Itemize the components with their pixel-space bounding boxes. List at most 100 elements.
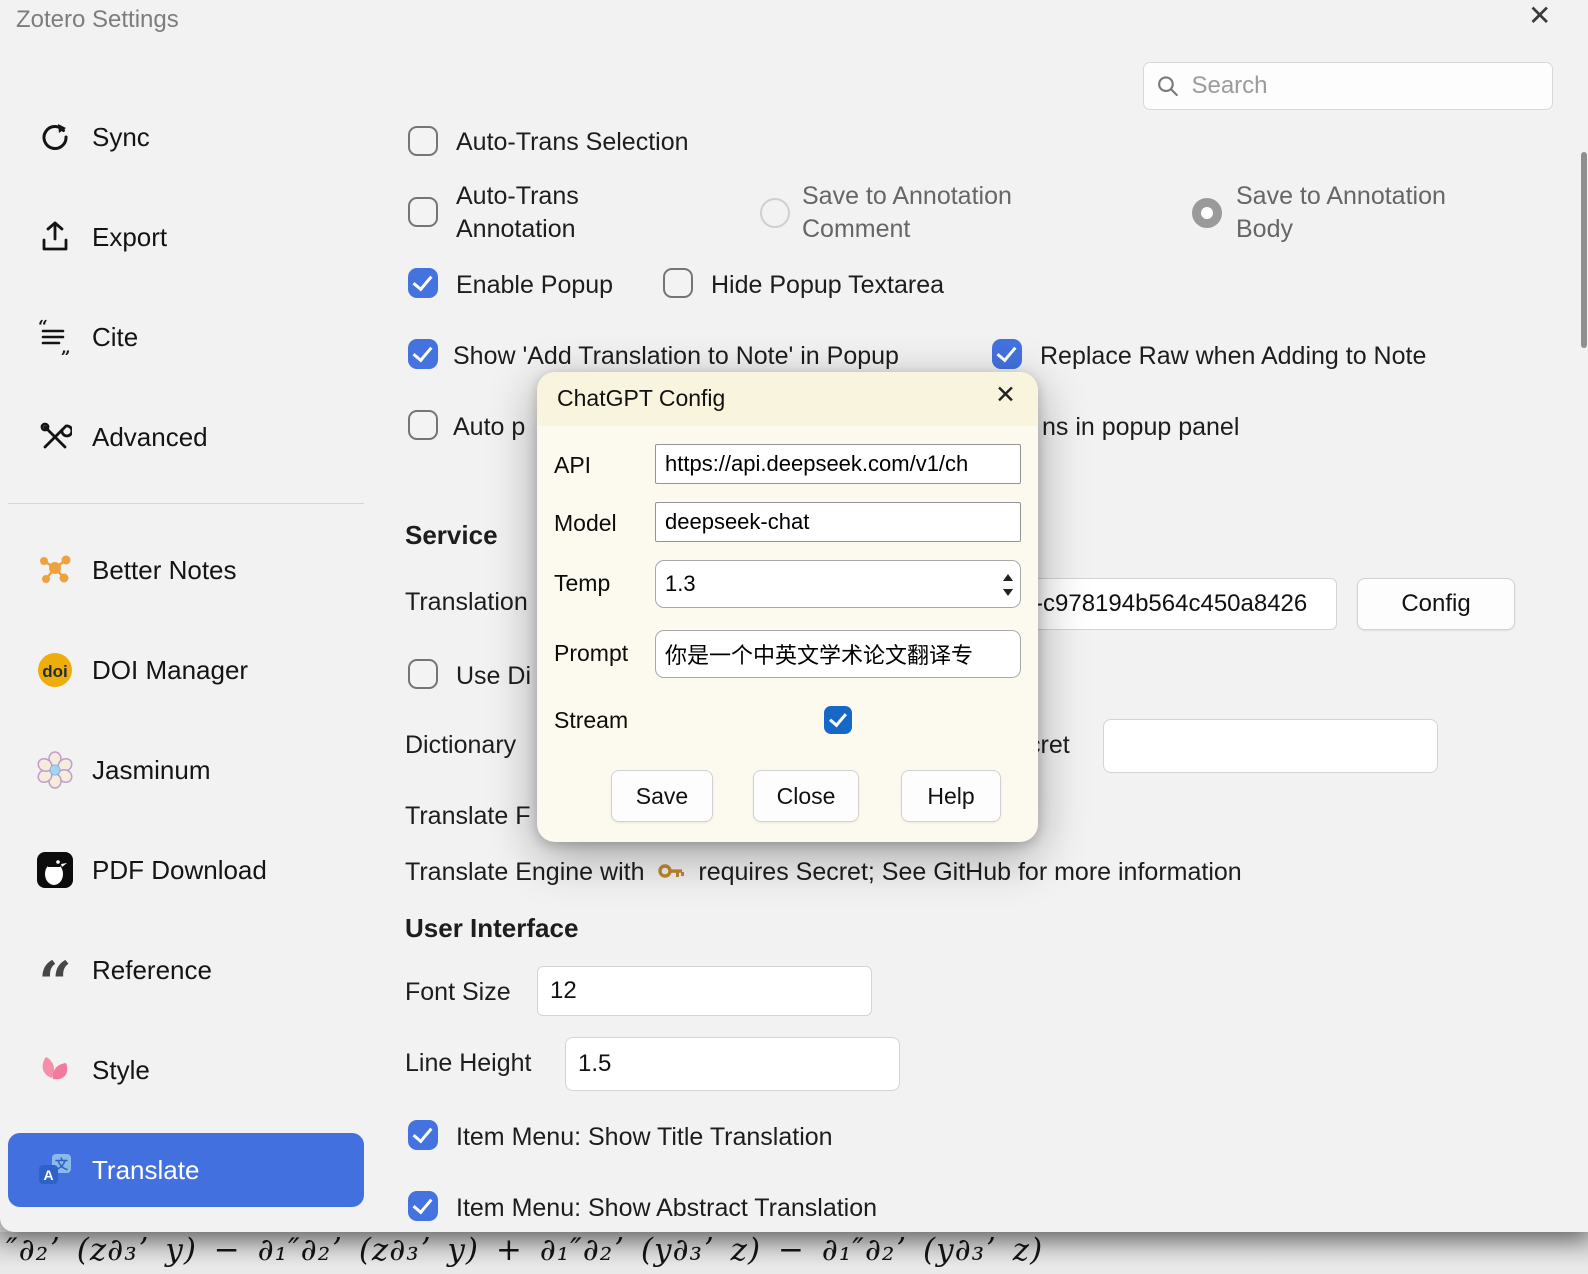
svg-text:doi: doi [42,662,68,681]
sidebar-item-sync[interactable]: Sync [36,111,366,163]
dictionary-secret-input[interactable] [1103,719,1438,773]
line-height-label: Line Height [405,1049,531,1078]
save-to-annotation-body-radio[interactable] [1192,198,1222,228]
font-size-label: Font Size [405,978,511,1007]
translate-f-label-clipped: Translate F [405,802,531,831]
config-button[interactable]: Config [1357,578,1515,630]
auto-trans-selection-checkbox[interactable] [408,126,438,156]
sidebar-item-export[interactable]: Export [36,211,366,263]
save-to-annotation-comment-label: Save to Annotation Comment [802,180,1062,245]
window-title: Zotero Settings [16,6,179,34]
config-button-label: Config [1401,590,1470,618]
sidebar-item-cite[interactable]: “ „ Cite [36,311,366,363]
engine-note-prefix: Translate Engine with [405,858,644,886]
user-interface-heading: User Interface [405,913,578,944]
use-dict-label-clipped: Use Di [456,662,531,691]
svg-text:“: “ [38,319,48,337]
temp-spinner[interactable] [1001,570,1015,600]
flower-icon [36,751,74,789]
stream-label: Stream [554,707,628,734]
sidebar-item-label: Advanced [92,422,208,453]
chatgpt-config-dialog: ChatGPT Config ✕ API Model Temp Prompt S… [537,372,1038,842]
close-button[interactable]: Close [753,770,859,822]
sidebar-item-label: Cite [92,322,138,353]
engine-note-suffix: requires Secret; See GitHub for more inf… [698,858,1241,886]
show-add-translation-checkbox[interactable] [408,339,438,369]
save-button-label: Save [636,783,688,810]
sidebar-item-translate-row[interactable]: 文 A Translate [36,1144,366,1196]
sync-icon [36,118,74,156]
search-icon [1156,73,1179,99]
save-to-annotation-comment-radio[interactable] [760,198,790,228]
sidebar-divider [8,503,364,504]
temp-input[interactable] [655,560,1021,608]
doi-icon: doi [36,651,74,689]
replace-raw-label: Replace Raw when Adding to Note [1040,342,1426,371]
popup-panel-label-suffix: ns in popup panel [1042,413,1239,442]
close-button-label: Close [777,783,836,810]
sidebar-item-pdf-download[interactable]: PDF Download [36,844,366,896]
sidebar-item-label: Translate [92,1155,199,1186]
svg-text:„: „ [61,338,71,355]
line-height-input[interactable] [565,1037,900,1091]
auto-trans-annotation-checkbox[interactable] [408,197,438,227]
enable-popup-checkbox[interactable] [408,268,438,298]
replace-raw-checkbox[interactable] [992,339,1022,369]
dialog-title: ChatGPT Config [557,385,725,412]
temp-label: Temp [554,570,610,597]
item-menu-abstract-checkbox[interactable] [408,1191,438,1221]
use-dict-checkbox[interactable] [408,659,438,689]
save-button[interactable]: Save [611,770,713,822]
help-button[interactable]: Help [901,770,1001,822]
sidebar-item-reference[interactable]: “ Reference [36,944,366,996]
search-box[interactable] [1143,62,1553,110]
svg-text:A: A [43,1167,53,1183]
scrollbar-thumb[interactable] [1581,152,1587,348]
auto-play-label-clipped: Auto p [453,413,525,442]
better-notes-icon [36,551,74,589]
auto-play-checkbox[interactable] [408,410,438,440]
hide-popup-textarea-checkbox[interactable] [663,268,693,298]
sidebar-item-advanced[interactable]: Advanced [36,411,366,463]
sidebar-item-label: Style [92,1055,150,1086]
api-input[interactable] [655,444,1021,484]
sidebar-item-label: Better Notes [92,555,237,586]
translate-icon: 文 A [36,1151,74,1189]
dictionary-label: Dictionary [405,731,516,760]
penguin-icon [36,851,74,889]
item-menu-title-checkbox[interactable] [408,1120,438,1150]
enable-popup-label: Enable Popup [456,271,613,300]
save-to-annotation-body-label: Save to Annotation Body [1236,180,1486,245]
quote-icon: “ [36,964,74,1002]
model-input[interactable] [655,502,1021,542]
stream-checkbox[interactable] [824,706,852,734]
dialog-close-icon[interactable]: ✕ [995,383,1016,408]
item-menu-title-label: Item Menu: Show Title Translation [456,1123,833,1152]
font-size-input[interactable] [537,966,872,1016]
search-input[interactable] [1189,71,1540,101]
sidebar-item-better-notes[interactable]: Better Notes [36,544,366,596]
auto-trans-annotation-label: Auto-Trans Annotation [456,180,656,245]
sidebar-item-style[interactable]: Style [36,1044,366,1096]
sidebar-item-label: Reference [92,955,212,986]
petals-icon [36,1051,74,1089]
sidebar-item-label: PDF Download [92,855,267,886]
math-formula: ″∂₂ʼ (z∂₃ʼ y) − ∂₁″∂₂ʼ (z∂₃ʼ y) + ∂₁″∂₂ʼ… [6,1232,1043,1268]
translation-label: Translation [405,588,528,617]
api-label: API [554,452,591,479]
prompt-input[interactable] [655,630,1021,678]
help-button-label: Help [927,783,974,810]
sidebar-item-label: Jasminum [92,755,210,786]
sidebar-item-label: Sync [92,122,150,153]
cite-icon: “ „ [36,318,74,356]
engine-secret-input[interactable] [1022,578,1337,630]
sidebar-item-jasminum[interactable]: Jasminum [36,744,366,796]
auto-trans-selection-label: Auto-Trans Selection [456,128,689,157]
sidebar-item-label: DOI Manager [92,655,248,686]
sidebar-item-doi-manager[interactable]: doi DOI Manager [36,644,366,696]
prompt-label: Prompt [554,640,628,667]
sidebar-item-translate-selected[interactable]: 文 A Translate [8,1133,364,1207]
item-menu-abstract-label: Item Menu: Show Abstract Translation [456,1194,877,1223]
key-icon [657,859,685,890]
window-close-icon[interactable]: ✕ [1528,2,1551,30]
